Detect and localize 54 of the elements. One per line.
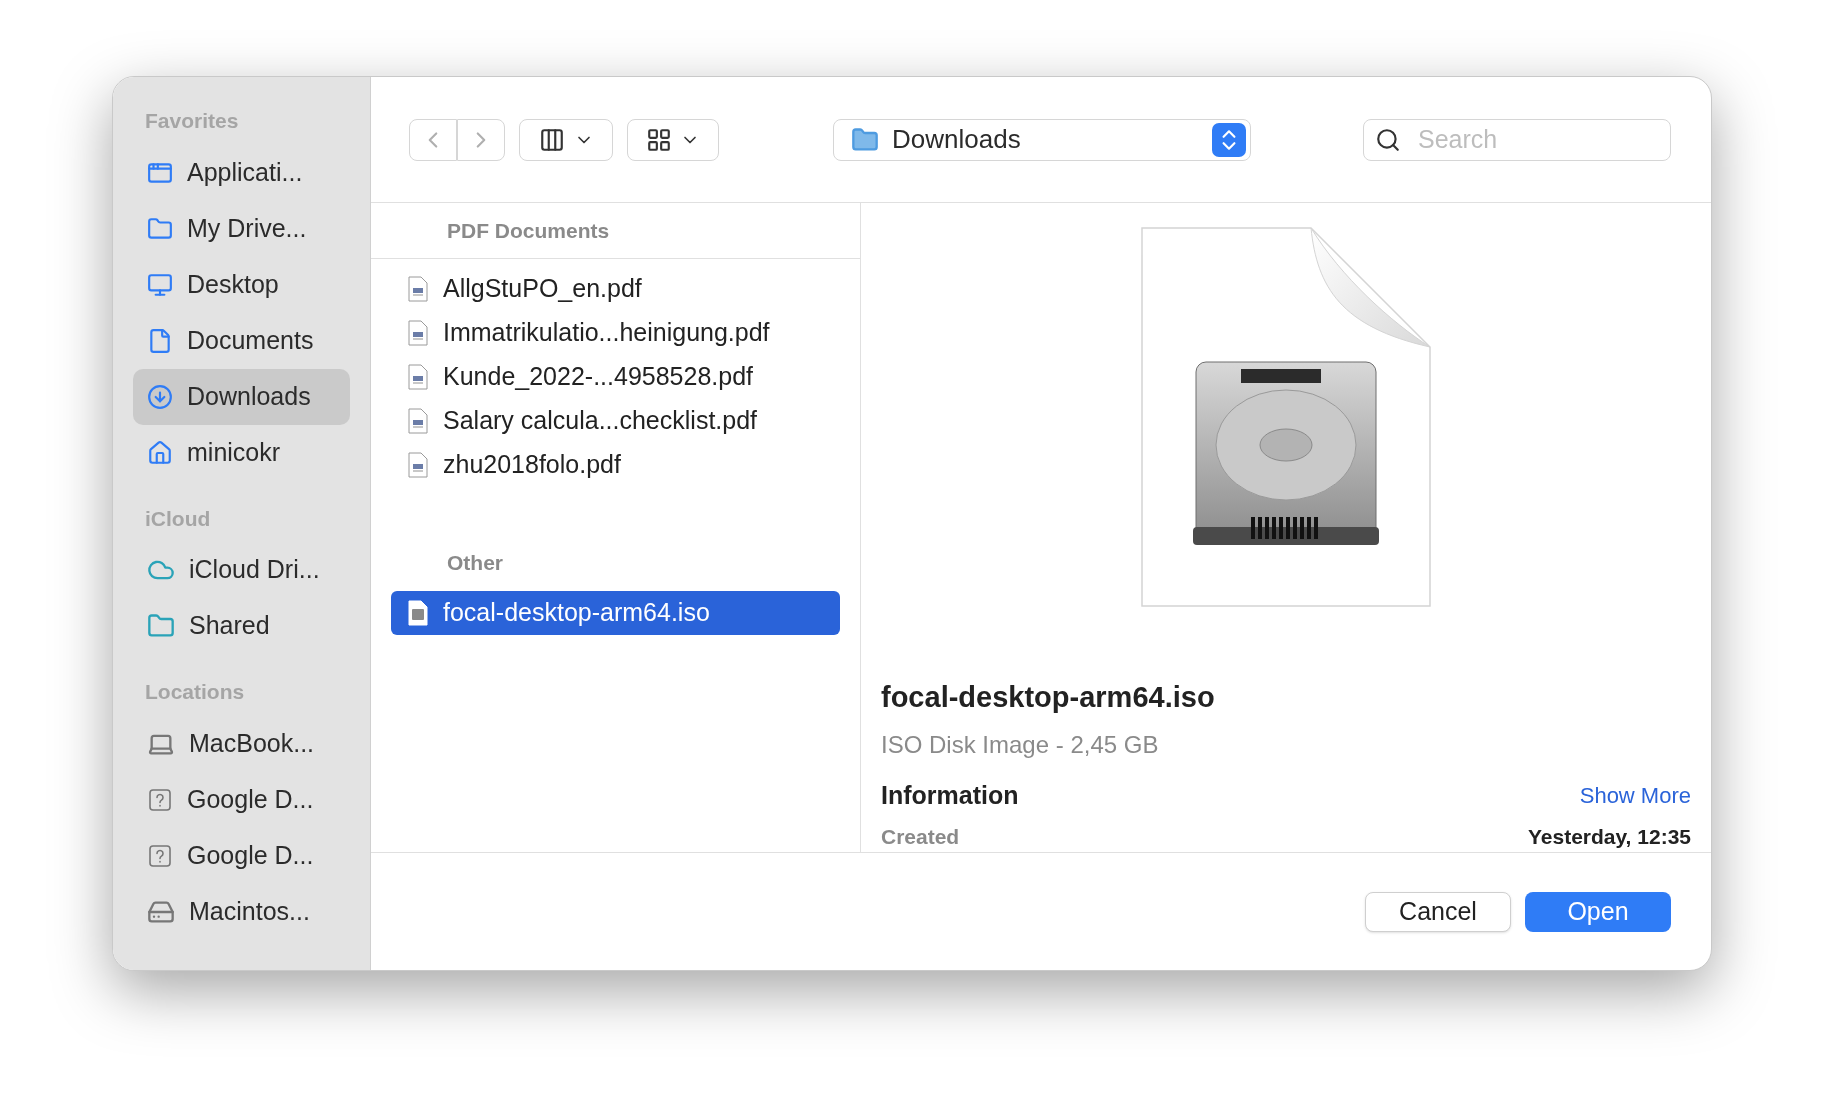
sidebar-item[interactable]: iCloud Dri... bbox=[133, 542, 350, 598]
sidebar-section-title: iCloud bbox=[144, 505, 212, 532]
folder-icon bbox=[147, 215, 173, 242]
grid-icon bbox=[646, 126, 672, 153]
cancel-button[interactable]: Cancel bbox=[1365, 891, 1511, 932]
group-button[interactable] bbox=[627, 118, 719, 161]
sidebar-item[interactable]: Documents bbox=[133, 312, 350, 369]
disk-image-file-icon bbox=[407, 600, 429, 626]
desktop-icon bbox=[147, 271, 173, 298]
file-row[interactable]: zhu2018folo.pdf bbox=[391, 443, 840, 487]
sidebar-item[interactable]: Downloads bbox=[133, 368, 350, 425]
sidebar-item[interactable]: Google D... bbox=[133, 771, 350, 828]
information-heading: Information bbox=[881, 780, 1019, 811]
sidebar-item[interactable]: minicokr bbox=[133, 424, 350, 481]
file-row[interactable]: Kunde_2022-...4958528.pdf bbox=[391, 355, 840, 399]
info-value: Yesterday, 12:35 bbox=[1527, 823, 1691, 850]
pdf-file-icon bbox=[407, 320, 429, 346]
group-header: PDF Documents bbox=[371, 203, 860, 259]
pdf-file-icon bbox=[407, 408, 429, 434]
unknown-drive-icon bbox=[147, 786, 173, 813]
sidebar-item[interactable]: Macintos... bbox=[133, 883, 350, 940]
sidebar-section-title: Locations bbox=[144, 679, 246, 705]
search-field[interactable]: Search bbox=[1363, 118, 1671, 161]
columns-icon bbox=[538, 126, 566, 153]
show-more-link[interactable]: Show More bbox=[1579, 779, 1691, 813]
sidebar-item[interactable]: Desktop bbox=[133, 256, 350, 313]
sidebar-item[interactable]: MacBook... bbox=[133, 715, 350, 772]
file-row[interactable]: AllgStuPO_en.pdf bbox=[391, 267, 840, 311]
file-row[interactable]: Immatrikulatio...heinigung.pdf bbox=[391, 311, 840, 355]
search-icon bbox=[1375, 126, 1401, 153]
pdf-file-icon bbox=[407, 364, 429, 390]
file-row[interactable]: focal-desktop-arm64.iso bbox=[391, 591, 840, 635]
group-header: Other bbox=[446, 550, 504, 577]
download-icon bbox=[147, 383, 173, 410]
home-icon bbox=[147, 439, 173, 466]
sidebar-section-title: Favorites bbox=[144, 108, 240, 134]
unknown-drive-icon bbox=[147, 842, 173, 869]
sidebar-item[interactable]: My Drive... bbox=[133, 200, 350, 257]
file-row[interactable]: Salary calcula...checklist.pdf bbox=[391, 399, 840, 443]
location-popup[interactable]: Downloads bbox=[833, 118, 1251, 161]
folder-icon bbox=[850, 125, 880, 154]
open-button[interactable]: Open bbox=[1525, 891, 1671, 932]
shared-folder-icon bbox=[147, 612, 175, 640]
sidebar-item[interactable]: Shared bbox=[133, 598, 350, 654]
preview-title: focal-desktop-arm64.iso bbox=[881, 679, 1216, 715]
popup-arrows-icon bbox=[1212, 122, 1246, 157]
view-mode-button[interactable] bbox=[519, 118, 613, 161]
preview-subtitle: ISO Disk Image - 2,45 GB bbox=[881, 730, 1160, 760]
sidebar-item[interactable]: Google D... bbox=[133, 827, 350, 884]
info-label: Created bbox=[881, 823, 960, 850]
pdf-file-icon bbox=[407, 276, 429, 302]
sidebar-item[interactable]: Applicati... bbox=[133, 144, 350, 201]
document-icon bbox=[147, 327, 173, 354]
pdf-file-icon bbox=[407, 452, 429, 478]
